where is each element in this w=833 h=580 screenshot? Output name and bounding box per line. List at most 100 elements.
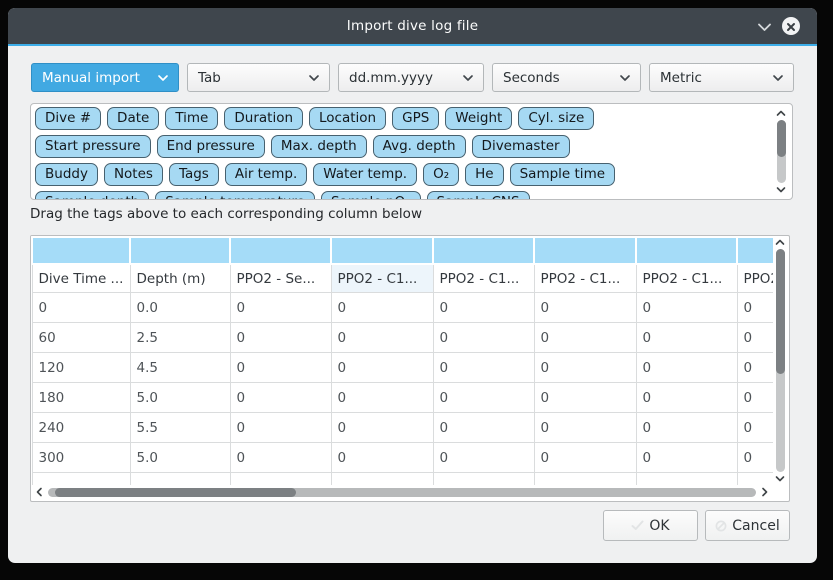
tag-notes[interactable]: Notes: [104, 163, 163, 186]
scrollbar-track[interactable]: [777, 120, 786, 183]
tag-pool-panel: Dive # Date Time Duration Location GPS Weight C…: [30, 103, 793, 200]
table-cell: 0: [230, 323, 331, 353]
table-cell: 0: [331, 443, 433, 473]
csv-preview-grid: Dive Time ...Depth (m)PPO2 - Se...PPO2 -…: [31, 236, 773, 485]
chevron-up-icon[interactable]: [775, 238, 785, 247]
tag-water-temp[interactable]: Water temp.: [313, 163, 417, 186]
table-cell: 0: [230, 443, 331, 473]
scrollbar-thumb[interactable]: [777, 120, 786, 157]
tag-weight[interactable]: Weight: [445, 107, 512, 130]
tag-he[interactable]: He: [465, 163, 503, 186]
column-drop-target[interactable]: [636, 237, 737, 264]
column-drop-target[interactable]: [737, 237, 773, 264]
column-drop-target[interactable]: [32, 237, 130, 264]
table-cell: 0: [433, 323, 534, 353]
chevron-right-icon[interactable]: [759, 487, 770, 497]
tag-sample-cns[interactable]: Sample CNS: [427, 191, 530, 200]
table-cell: 0: [230, 353, 331, 383]
column-drop-target[interactable]: [534, 237, 636, 264]
table-cell: [737, 473, 773, 486]
table-cell: 0: [534, 293, 636, 323]
table-cell: 0: [32, 293, 130, 323]
shade-button[interactable]: [755, 18, 773, 34]
tag-o[interactable]: O₂: [423, 163, 459, 186]
column-header[interactable]: PPO2 - C1...: [534, 264, 636, 293]
field-separator-combo[interactable]: Tab: [187, 63, 330, 92]
table-cell: 0: [331, 293, 433, 323]
column-header[interactable]: PPO2: [737, 264, 773, 293]
table-cell: [331, 473, 433, 486]
table-cell: [636, 473, 737, 486]
tag-date[interactable]: Date: [107, 107, 159, 130]
tag-avg-depth[interactable]: Avg. depth: [373, 135, 466, 158]
tag-tags[interactable]: Tags: [169, 163, 219, 186]
table-cell: 0: [737, 383, 773, 413]
field-separator-value: Tab: [198, 70, 221, 86]
chevron-left-icon[interactable]: [34, 487, 45, 497]
ok-button[interactable]: OK: [603, 510, 698, 541]
column-header[interactable]: PPO2 - C1...: [331, 264, 433, 293]
table-cell: 300: [32, 443, 130, 473]
tag-buddy[interactable]: Buddy: [35, 163, 98, 186]
duration-format-combo[interactable]: Seconds: [492, 63, 641, 92]
tag-gps[interactable]: GPS: [392, 107, 439, 130]
tag-duration[interactable]: Duration: [224, 107, 303, 130]
table-vertical-scrollbar[interactable]: [773, 238, 787, 483]
table-cell: 0: [636, 353, 737, 383]
column-header[interactable]: Depth (m): [130, 264, 230, 293]
scrollbar-track[interactable]: [776, 249, 785, 472]
drag-instruction-label: Drag the tags above to each correspondin…: [30, 206, 422, 222]
table-row: 00.0000000: [32, 293, 773, 323]
close-button[interactable]: [782, 17, 800, 35]
import-type-value: Manual import: [42, 70, 140, 86]
header-row: Dive Time ...Depth (m)PPO2 - Se...PPO2 -…: [32, 264, 773, 293]
tag-pool-scrollbar[interactable]: [774, 109, 788, 194]
tag-sample-depth[interactable]: Sample depth: [35, 191, 149, 200]
tag-sample-time[interactable]: Sample time: [510, 163, 615, 186]
table-horizontal-scrollbar[interactable]: [34, 485, 770, 499]
column-drop-target[interactable]: [433, 237, 534, 264]
tag-sample-po[interactable]: Sample pO₂: [321, 191, 421, 200]
titlebar[interactable]: Import dive log file: [8, 8, 817, 46]
table-row: 2405.5000000: [32, 413, 773, 443]
column-header[interactable]: PPO2 - C1...: [636, 264, 737, 293]
chevron-down-icon[interactable]: [776, 185, 786, 194]
tag-air-temp[interactable]: Air temp.: [225, 163, 307, 186]
chevron-down-icon[interactable]: [775, 474, 785, 483]
tag-dive[interactable]: Dive #: [35, 107, 101, 130]
tag-time[interactable]: Time: [165, 107, 218, 130]
table-cell: 0: [636, 413, 737, 443]
import-type-combo[interactable]: Manual import: [31, 63, 179, 92]
table-cell: [534, 473, 636, 486]
scrollbar-thumb[interactable]: [776, 249, 785, 374]
scrollbar-track[interactable]: [48, 488, 756, 497]
tag-max-depth[interactable]: Max. depth: [271, 135, 367, 158]
table-cell: 0: [534, 443, 636, 473]
drop-target-row: [32, 237, 773, 264]
tag-row: Dive # Date Time Duration Location GPS Weight C…: [35, 107, 770, 130]
table-cell: 5.0: [130, 443, 230, 473]
column-drop-target[interactable]: [331, 237, 433, 264]
tag-end-pressure[interactable]: End pressure: [157, 135, 265, 158]
table-cell: 0: [230, 413, 331, 443]
tag-sample-temperature[interactable]: Sample temperature: [155, 191, 315, 200]
cancel-button[interactable]: Cancel: [705, 510, 790, 541]
chevron-down-icon: [157, 74, 169, 82]
tag-cyl-size[interactable]: Cyl. size: [518, 107, 594, 130]
table-cell: 0: [636, 323, 737, 353]
chevron-up-icon[interactable]: [776, 109, 786, 118]
column-header[interactable]: PPO2 - Se...: [230, 264, 331, 293]
column-drop-target[interactable]: [230, 237, 331, 264]
table-cell: 0: [737, 443, 773, 473]
column-drop-target[interactable]: [130, 237, 230, 264]
date-format-combo[interactable]: dd.mm.yyyy: [338, 63, 484, 92]
table-cell: 0: [433, 383, 534, 413]
tag-divemaster[interactable]: Divemaster: [472, 135, 570, 158]
column-header[interactable]: PPO2 - C1...: [433, 264, 534, 293]
tag-location[interactable]: Location: [309, 107, 386, 130]
table-cell: 0: [636, 443, 737, 473]
column-header[interactable]: Dive Time ...: [32, 264, 130, 293]
scrollbar-thumb[interactable]: [55, 488, 296, 497]
units-combo[interactable]: Metric: [649, 63, 794, 92]
tag-start-pressure[interactable]: Start pressure: [35, 135, 151, 158]
